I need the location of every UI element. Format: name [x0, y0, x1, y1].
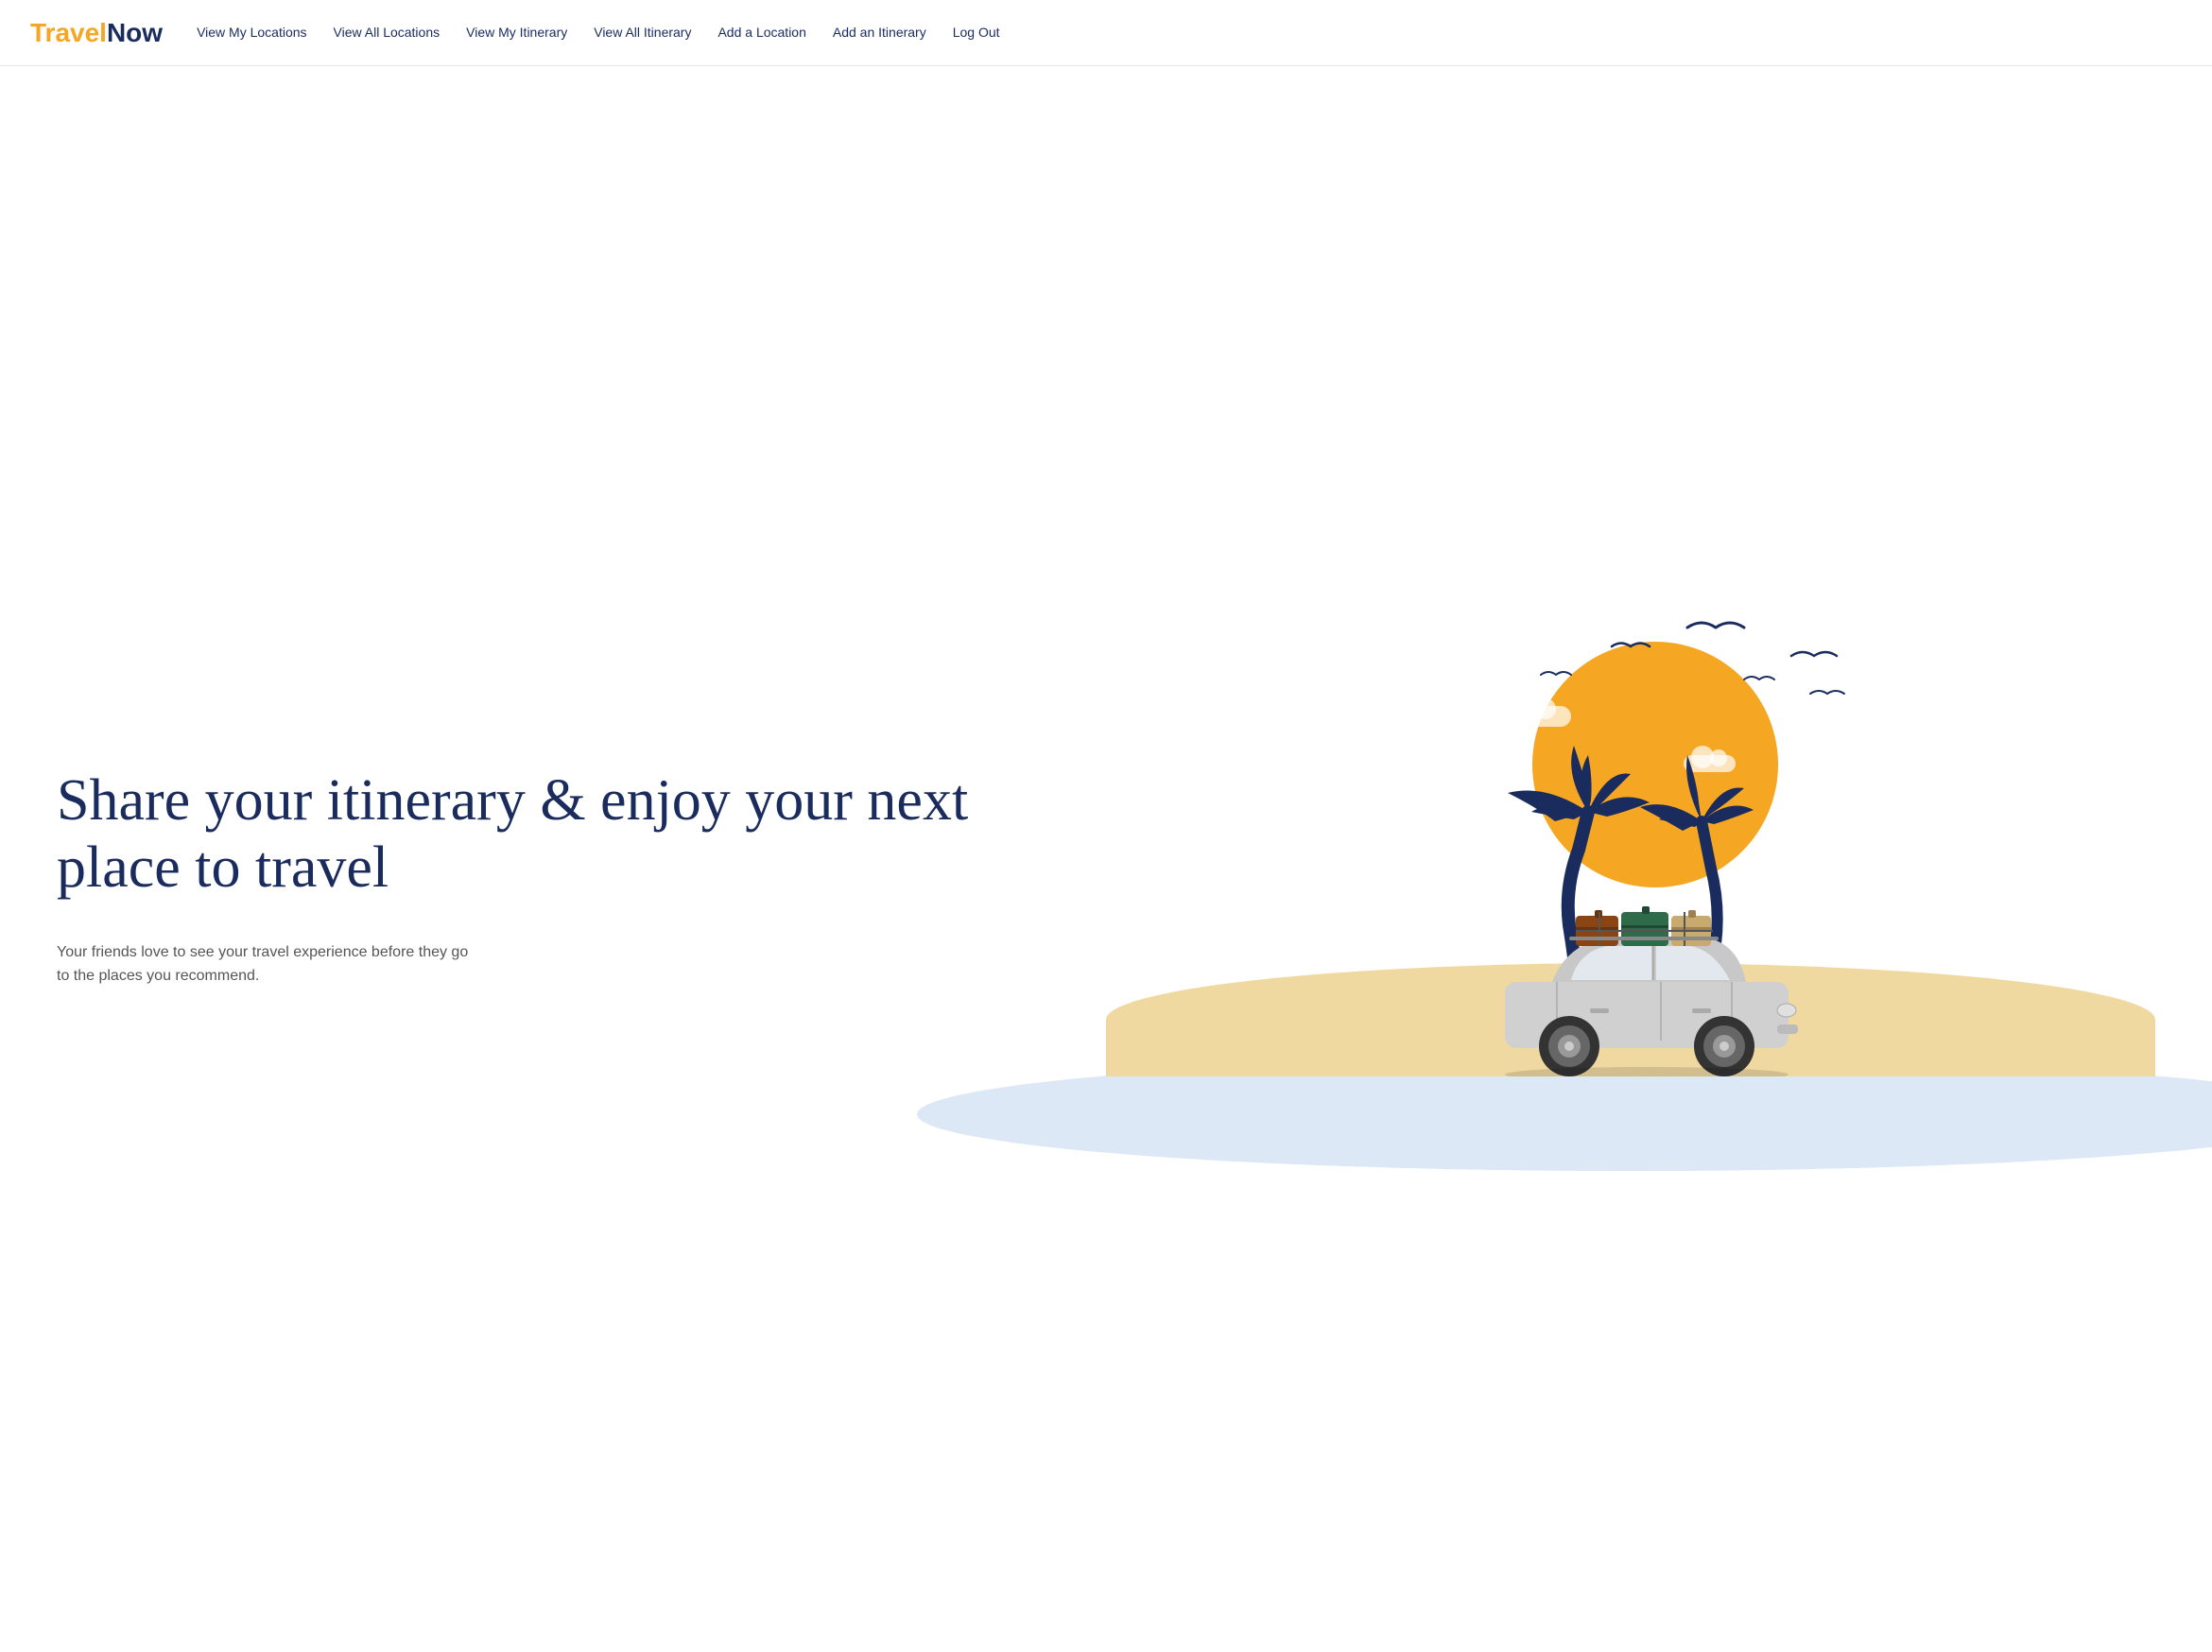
- nav-link-view-my-itinerary[interactable]: View My Itinerary: [455, 17, 579, 47]
- nav-item-add-an-itinerary[interactable]: Add an Itinerary: [821, 25, 938, 42]
- nav-item-view-my-itinerary[interactable]: View My Itinerary: [455, 25, 579, 42]
- nav-link-add-a-location[interactable]: Add a Location: [706, 17, 817, 47]
- nav-item-view-all-locations[interactable]: View All Locations: [322, 25, 452, 42]
- logo-now: Now: [107, 18, 163, 47]
- nav-link-view-all-itinerary[interactable]: View All Itinerary: [582, 17, 702, 47]
- navbar: TravelNow View My Locations View All Loc…: [0, 0, 2212, 66]
- nav-link-log-out[interactable]: Log Out: [942, 17, 1011, 47]
- nav-item-log-out[interactable]: Log Out: [942, 25, 1011, 42]
- nav-item-add-a-location[interactable]: Add a Location: [706, 25, 817, 42]
- nav-link-view-all-locations[interactable]: View All Locations: [322, 17, 452, 47]
- nav-links: View My Locations View All Locations Vie…: [185, 25, 1011, 42]
- right-illustration: [1106, 585, 2155, 1171]
- logo-travel: Travel: [30, 18, 107, 47]
- nav-link-add-an-itinerary[interactable]: Add an Itinerary: [821, 17, 938, 47]
- logo[interactable]: TravelNow: [30, 18, 163, 48]
- nav-item-view-my-locations[interactable]: View My Locations: [185, 25, 318, 42]
- hero-subtitle: Your friends love to see your travel exp…: [57, 940, 473, 989]
- car-illustration: [1486, 887, 1807, 1076]
- nav-link-view-my-locations[interactable]: View My Locations: [185, 17, 318, 47]
- nav-item-view-all-itinerary[interactable]: View All Itinerary: [582, 25, 702, 42]
- main-content: Share your itinerary & enjoy your next p…: [0, 66, 2212, 1652]
- left-section: Share your itinerary & enjoy your next p…: [57, 767, 1106, 989]
- hero-title: Share your itinerary & enjoy your next p…: [57, 767, 1068, 903]
